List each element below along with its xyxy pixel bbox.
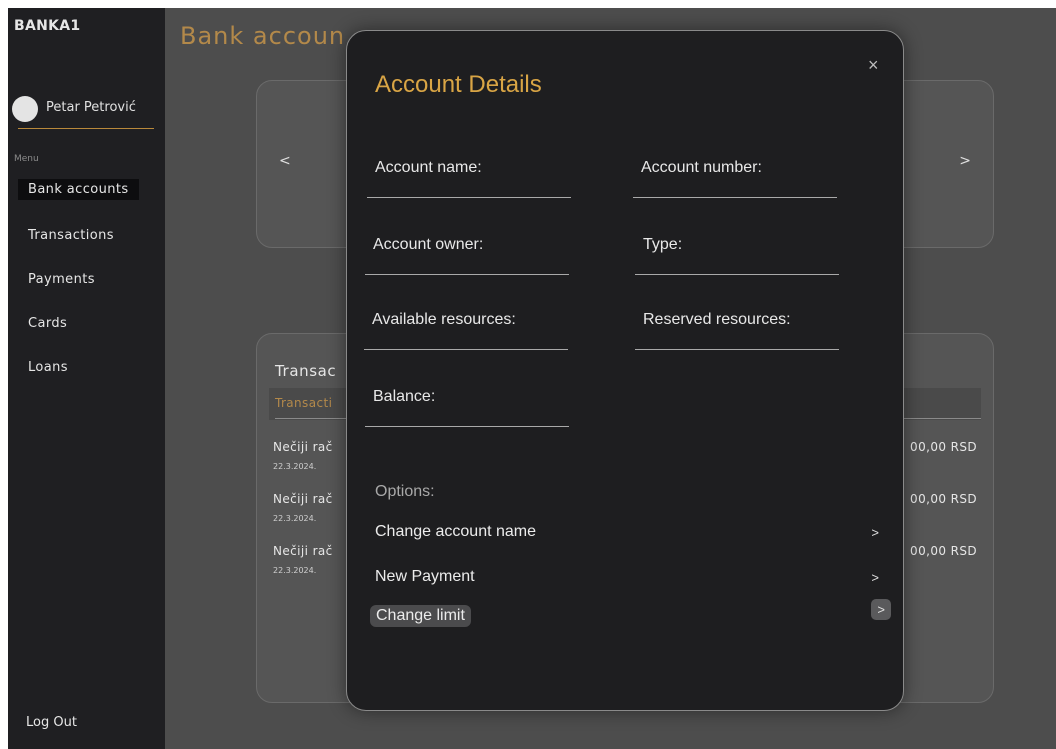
brand-logo: BANKA1 xyxy=(14,18,81,34)
transaction-name: Nečiji rač xyxy=(273,492,333,506)
transaction-amount: 00,00 RSD xyxy=(910,544,977,558)
reserved-resources-field: Reserved resources: xyxy=(635,311,839,351)
carousel-prev-button[interactable]: < xyxy=(279,153,291,169)
change-account-name-option[interactable]: Change account name > xyxy=(373,523,879,551)
balance-field: Balance: xyxy=(365,388,569,428)
sidebar-item-cards[interactable]: Cards xyxy=(18,313,77,334)
type-label: Type: xyxy=(643,236,683,253)
app-window: BANKA1 Petar Petrović Menu Bank accounts… xyxy=(8,8,1056,749)
transaction-name: Nečiji rač xyxy=(273,440,333,454)
sidebar-item-transactions[interactable]: Transactions xyxy=(18,225,124,246)
transactions-title: Transac xyxy=(275,362,337,380)
transaction-name: Nečiji rač xyxy=(273,544,333,558)
account-name-field: Account name: xyxy=(367,159,571,199)
account-owner-label: Account owner: xyxy=(373,236,484,253)
transaction-date: 22.3.2024. xyxy=(273,462,317,471)
field-underline xyxy=(367,197,571,198)
close-icon[interactable]: × xyxy=(868,55,879,76)
balance-label: Balance: xyxy=(373,388,436,405)
user-profile[interactable]: Petar Petrović xyxy=(12,96,162,132)
avatar xyxy=(12,96,38,122)
transaction-date: 22.3.2024. xyxy=(273,566,317,575)
divider xyxy=(18,128,154,129)
modal-title: Account Details xyxy=(375,71,542,98)
account-number-field: Account number: xyxy=(633,159,837,199)
field-underline xyxy=(365,274,569,275)
transaction-amount: 00,00 RSD xyxy=(910,440,977,454)
option-label: New Payment xyxy=(375,568,475,585)
option-label: Change limit xyxy=(370,605,471,627)
user-name: Petar Petrović xyxy=(46,100,136,115)
type-field: Type: xyxy=(635,236,839,276)
account-owner-field: Account owner: xyxy=(365,236,569,276)
account-details-modal: Account Details × Account name: Account … xyxy=(346,30,904,711)
field-underline xyxy=(365,426,569,427)
option-label: Change account name xyxy=(375,523,536,540)
chevron-right-icon[interactable]: > xyxy=(871,599,891,620)
reserved-resources-label: Reserved resources: xyxy=(643,311,791,328)
account-number-label: Account number: xyxy=(641,159,762,176)
change-limit-option[interactable]: Change limit > xyxy=(370,599,891,637)
sidebar: BANKA1 Petar Petrović Menu Bank accounts… xyxy=(8,8,165,749)
sidebar-item-payments[interactable]: Payments xyxy=(18,269,105,290)
available-resources-label: Available resources: xyxy=(372,311,516,328)
chevron-right-icon: > xyxy=(871,570,879,585)
menu-label: Menu xyxy=(14,154,39,164)
transaction-amount: 00,00 RSD xyxy=(910,492,977,506)
new-payment-option[interactable]: New Payment > xyxy=(373,568,879,596)
field-underline xyxy=(633,197,837,198)
page-title: Bank accoun xyxy=(180,22,346,50)
sidebar-item-bank-accounts[interactable]: Bank accounts xyxy=(18,179,139,200)
field-underline xyxy=(635,274,839,275)
account-name-label: Account name: xyxy=(375,159,482,176)
transactions-header-label: Transacti xyxy=(275,396,333,410)
options-label: Options: xyxy=(375,483,435,500)
field-underline xyxy=(635,349,839,350)
chevron-right-icon: > xyxy=(871,525,879,540)
available-resources-field: Available resources: xyxy=(364,311,568,351)
transaction-date: 22.3.2024. xyxy=(273,514,317,523)
field-underline xyxy=(364,349,568,350)
carousel-next-button[interactable]: > xyxy=(959,153,971,169)
sidebar-item-loans[interactable]: Loans xyxy=(18,357,78,378)
logout-button[interactable]: Log Out xyxy=(26,715,77,730)
